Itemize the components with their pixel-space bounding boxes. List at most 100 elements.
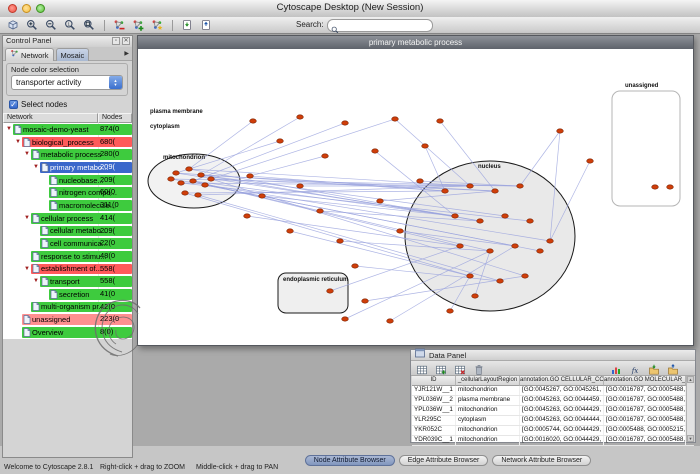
network-node[interactable] [522, 274, 529, 278]
tab-scroll-right-icon[interactable]: ▶ [124, 47, 132, 60]
column-header-cellularlayoutregion[interactable]: _cellularLayoutRegion [456, 376, 520, 386]
network-node[interactable] [502, 214, 509, 218]
network-node[interactable] [250, 119, 257, 123]
network-node[interactable] [422, 144, 429, 148]
tab-node-attribute-browser[interactable]: Node Attribute Browser [305, 455, 395, 466]
tree-item-mosaic-demo-yeast[interactable]: ▼mosaic-demo-yeast874(0 [3, 123, 132, 136]
export-attributes-icon[interactable] [664, 362, 681, 377]
tree-item-transport[interactable]: ▼transport558( [3, 275, 132, 288]
tab-network-attribute-browser[interactable]: Network Attribute Browser [492, 455, 591, 466]
network-node[interactable] [182, 191, 189, 195]
table-row-ylr295c[interactable]: YLR295Ccytoplasm[GO:0045263, GO:0044444,… [412, 416, 694, 426]
network-node[interactable] [447, 309, 454, 313]
tree-item-nucleobase[interactable]: nucleobase...209( [3, 174, 132, 187]
network-node[interactable] [467, 274, 474, 278]
show-all-icon[interactable] [129, 18, 146, 32]
tree-item-biological-process[interactable]: ▼biological_process680( [3, 136, 132, 149]
dropdown-arrows-icon[interactable]: ▲▼ [109, 76, 122, 89]
expand-arrow-icon[interactable]: ▼ [23, 263, 31, 275]
table-row-ykr052c[interactable]: YKR052Cmitochondrion[GO:0005744, GO:0044… [412, 426, 694, 436]
chart-icon[interactable] [607, 362, 624, 377]
network-node[interactable] [512, 244, 519, 248]
select-nodes-checkbox[interactable]: ✓ [9, 100, 18, 109]
network-node[interactable] [467, 184, 474, 188]
new-from-selection-icon[interactable] [148, 18, 165, 32]
network-node[interactable] [322, 154, 329, 158]
network-node[interactable] [317, 209, 324, 213]
node-color-dropdown[interactable]: transporter activity ▲▼ [11, 75, 123, 90]
network-node[interactable] [492, 189, 499, 193]
network-node[interactable] [327, 289, 334, 293]
network-node[interactable] [527, 219, 534, 223]
network-node[interactable] [372, 149, 379, 153]
network-node[interactable] [392, 117, 399, 121]
network-node[interactable] [337, 239, 344, 243]
column-header-annotation-go-molecular-function[interactable]: annotation.GO MOLECULAR_FUNCTION [604, 376, 686, 386]
network-node[interactable] [442, 189, 449, 193]
tab-mosaic[interactable]: Mosaic [56, 48, 90, 61]
network-node[interactable] [472, 294, 479, 298]
tree-item-cellular-metabo[interactable]: cellular metabo...209( [3, 225, 132, 238]
network-view-title[interactable]: primary metabolic process [138, 36, 693, 49]
tree-item-response-to-stimu[interactable]: response to stimu...48(0 [3, 250, 132, 263]
network-node[interactable] [437, 119, 444, 123]
tree-item-nitrogen-compo[interactable]: nitrogen compo...60(0 [3, 186, 132, 199]
network-node[interactable] [342, 121, 349, 125]
network-node[interactable] [487, 249, 494, 253]
network-node[interactable] [297, 184, 304, 188]
network-node[interactable] [667, 185, 674, 189]
zoom-actual-icon[interactable]: 1 [61, 18, 78, 32]
scroll-down-icon[interactable]: ▼ [687, 435, 694, 442]
network-node[interactable] [190, 179, 197, 183]
network-node[interactable] [557, 129, 564, 133]
select-attributes-icon[interactable] [413, 362, 430, 377]
network-view-window[interactable]: primary metabolic process plasma membran… [137, 35, 694, 346]
network-node[interactable] [397, 229, 404, 233]
network-node[interactable] [186, 167, 193, 171]
network-node[interactable] [417, 179, 424, 183]
table-scrollbar[interactable]: ▲ ▼ [686, 376, 694, 442]
close-panel-icon[interactable]: ✕ [122, 37, 130, 45]
zoom-in-icon[interactable] [23, 18, 40, 32]
network-node[interactable] [198, 173, 205, 177]
float-panel-icon[interactable]: ▫ [112, 37, 120, 45]
tree-item-primary-metabo[interactable]: ▼primary metabo...209( [3, 161, 132, 174]
expand-arrow-icon[interactable]: ▼ [32, 161, 40, 173]
minimize-window-button[interactable] [22, 4, 31, 13]
table-row-yjr121w-1[interactable]: YJR121W__1mitochondrion[GO:0045267, GO:0… [412, 386, 694, 396]
network-node[interactable] [477, 219, 484, 223]
delete-attribute-icon[interactable] [451, 362, 468, 377]
network-node[interactable] [652, 185, 659, 189]
table-row-ypl036w-2[interactable]: YPL036W__2plasma membrane[GO:0045263, GO… [412, 396, 694, 406]
column-header-annotation-go-cellular-component[interactable]: annotation.GO CELLULAR_COMPONENT [520, 376, 604, 386]
expand-arrow-icon[interactable]: ▼ [23, 148, 31, 160]
network-node[interactable] [547, 239, 554, 243]
zoom-out-icon[interactable] [42, 18, 59, 32]
network-node[interactable] [537, 249, 544, 253]
network-node[interactable] [244, 214, 251, 218]
network-canvas[interactable]: plasma membranecytoplasmmitochondrionnuc… [138, 49, 693, 345]
network-node[interactable] [362, 299, 369, 303]
network-node[interactable] [173, 171, 180, 175]
function-icon[interactable]: fx [626, 362, 643, 377]
network-node[interactable] [178, 181, 185, 185]
tree-item-cellular-process[interactable]: ▼cellular process414( [3, 212, 132, 225]
zoom-window-button[interactable] [36, 4, 45, 13]
network-node[interactable] [352, 264, 359, 268]
network-node[interactable] [259, 194, 266, 198]
close-window-button[interactable] [8, 4, 17, 13]
tree-column-nodes[interactable]: Nodes [98, 113, 132, 123]
network-node[interactable] [377, 199, 384, 203]
import-attributes-icon[interactable] [645, 362, 662, 377]
search-input[interactable] [327, 19, 433, 32]
network-node[interactable] [342, 317, 349, 321]
column-header-id[interactable]: ID [412, 376, 456, 386]
network-node[interactable] [168, 177, 175, 181]
tree-column-network[interactable]: Network [3, 113, 98, 123]
trash-icon[interactable] [470, 362, 487, 377]
network-edge[interactable] [250, 156, 325, 176]
tree-item-cell-communica[interactable]: cell communica...22(0 [3, 237, 132, 250]
network-node[interactable] [517, 184, 524, 188]
cube-icon[interactable] [4, 18, 21, 32]
import-network-icon[interactable] [178, 18, 195, 32]
